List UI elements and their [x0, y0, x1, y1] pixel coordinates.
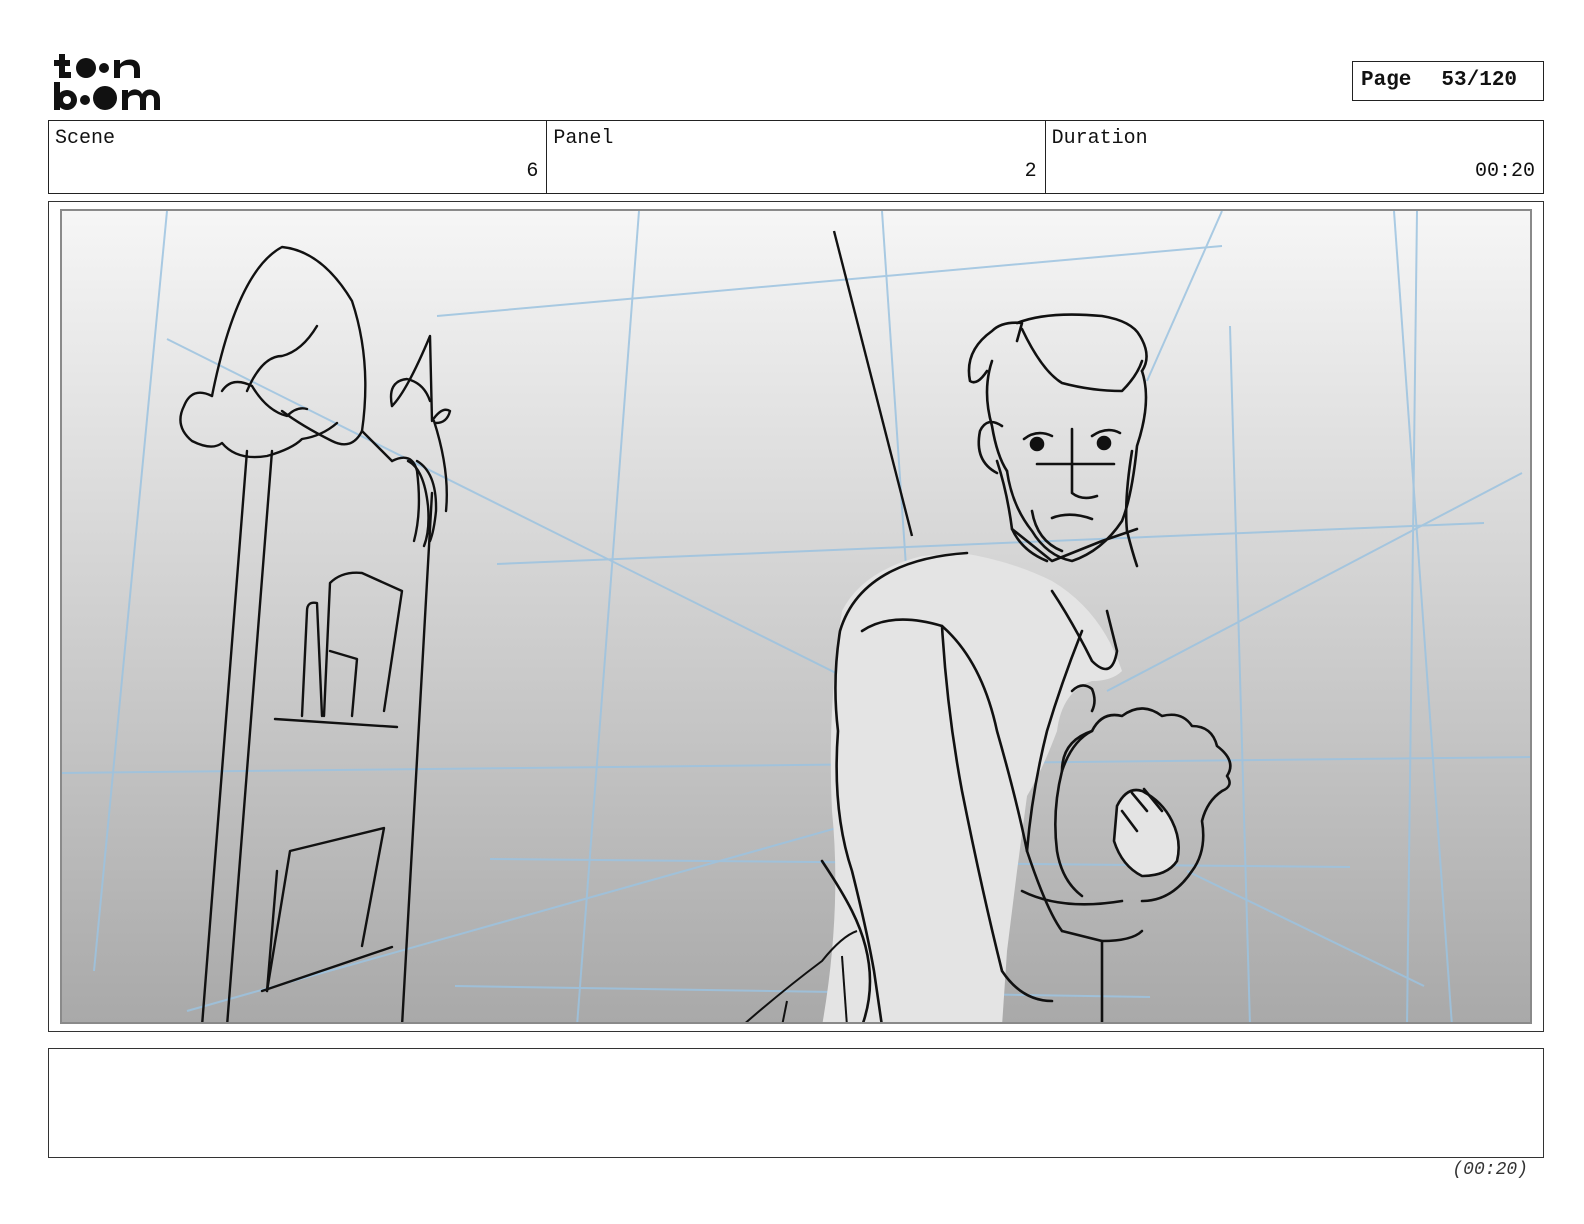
page-number: 53/120: [1441, 69, 1518, 92]
page-indicator: Page 53/120: [1352, 61, 1544, 101]
toon-boom-logo: [54, 54, 160, 110]
scene-label: Scene: [55, 127, 116, 150]
page-label: Page: [1361, 69, 1412, 92]
panel-label: Panel: [553, 127, 614, 150]
scene-value: 6: [526, 160, 539, 183]
panel-cell: Panel 2: [547, 121, 1046, 193]
panel-info-header: Scene 6 Panel 2 Duration 00:20: [48, 120, 1544, 194]
duration-label: Duration: [1051, 127, 1148, 150]
panel-notes-box: [48, 1048, 1544, 1158]
duration-cell: Duration 00:20: [1046, 121, 1543, 193]
scene-cell: Scene 6: [49, 121, 548, 193]
storyboard-panel-frame: [48, 201, 1544, 1032]
panel-value: 2: [1024, 160, 1037, 183]
duration-value: 00:20: [1474, 160, 1535, 183]
storyboard-sketch: [60, 209, 1532, 1024]
footer-duration: (00:20): [1452, 1160, 1528, 1180]
